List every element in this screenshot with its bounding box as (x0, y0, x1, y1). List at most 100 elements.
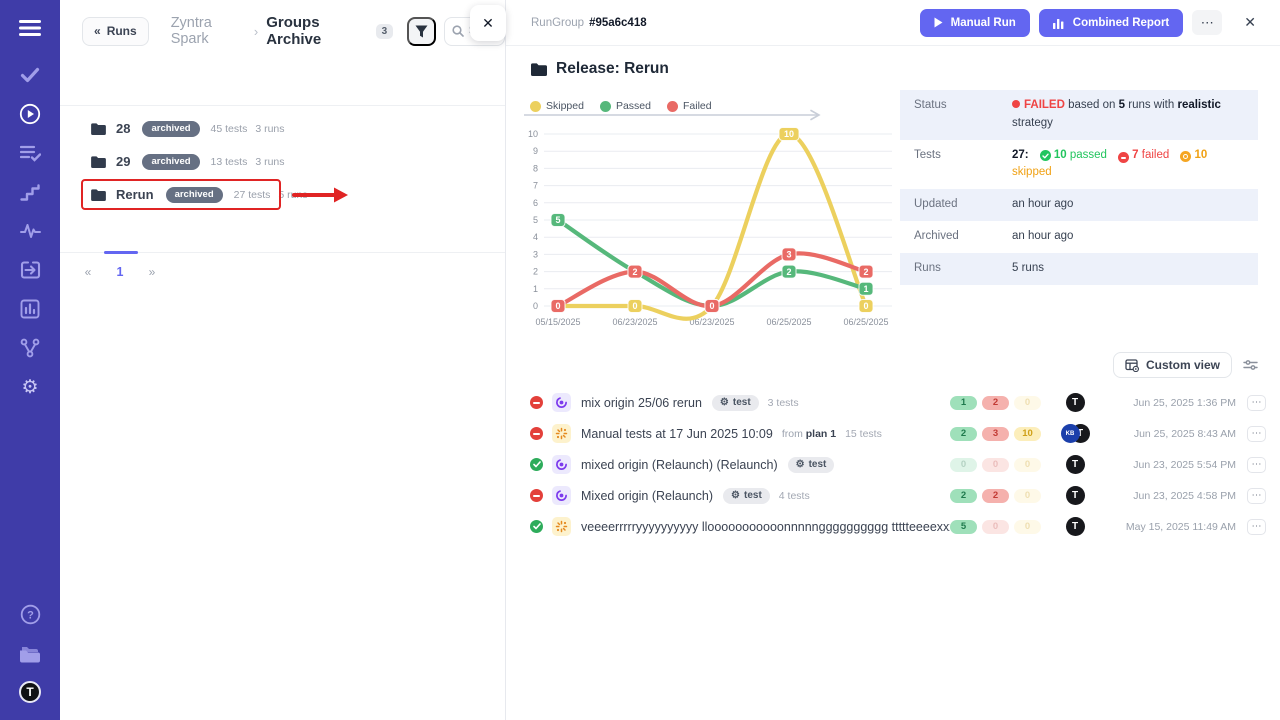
group-row[interactable]: Rerunarchived27 tests5 runs (60, 178, 505, 211)
run-more-button[interactable]: ⋯ (1247, 519, 1266, 535)
stairs-icon[interactable] (10, 180, 50, 204)
report-chart-icon[interactable] (10, 297, 50, 321)
play-circle-icon[interactable] (10, 102, 50, 126)
menu-icon[interactable] (10, 16, 50, 40)
count-pill-skipped: 0 (1014, 458, 1041, 472)
list-check-icon[interactable] (10, 141, 50, 165)
failed-minus-icon (530, 396, 543, 409)
info-row-archived: Archived an hour ago (900, 221, 1258, 253)
svg-text:?: ? (27, 609, 34, 621)
bar-chart-icon (1053, 17, 1065, 29)
branch-icon[interactable] (10, 336, 50, 360)
manual-run-label: Manual Run (951, 17, 1016, 29)
run-more-button[interactable]: ⋯ (1247, 426, 1266, 442)
run-tests-count: 3 tests (768, 397, 799, 409)
filter-button[interactable] (407, 17, 435, 46)
info-row-status: Status FAILED based on 5 runs with reali… (900, 90, 1258, 140)
passed-check-icon (1040, 150, 1051, 161)
test-tag-badge: ⚙test (712, 395, 759, 411)
settings-gear-icon[interactable]: ⚙ (10, 375, 50, 399)
group-row[interactable]: 29archived13 tests3 runs (60, 145, 505, 178)
svg-text:2: 2 (632, 267, 637, 277)
run-more-button[interactable]: ⋯ (1247, 488, 1266, 504)
run-name: mix origin 25/06 rerun (581, 396, 702, 410)
rungroup-type-label: RunGroup (531, 17, 584, 29)
failed-minus-icon (1118, 152, 1129, 163)
view-settings-icon[interactable] (1243, 359, 1258, 371)
group-runs-count: 5 runs (278, 189, 307, 201)
run-date: May 15, 2025 11:49 AM (1104, 521, 1236, 533)
activity-icon[interactable] (10, 219, 50, 243)
svg-text:0: 0 (863, 301, 868, 311)
export-icon[interactable] (10, 258, 50, 282)
run-avatars: T (1046, 455, 1104, 474)
info-row-runs: Runs 5 runs (900, 253, 1258, 285)
run-date: Jun 25, 2025 8:43 AM (1104, 428, 1236, 440)
check-icon[interactable] (10, 63, 50, 87)
run-row[interactable]: Manual tests at 17 Jun 2025 10:09from pl… (530, 418, 1266, 449)
detail-close-button[interactable]: ✕ (1240, 10, 1260, 35)
run-more-button[interactable]: ⋯ (1247, 395, 1266, 411)
more-actions-button[interactable]: ⋯ (1192, 10, 1222, 35)
group-tests-count: 45 tests (211, 123, 248, 135)
archived-value: an hour ago (1012, 228, 1258, 246)
folders-icon[interactable] (10, 642, 50, 666)
run-counts: 000 (950, 458, 1046, 472)
back-to-runs-button[interactable]: « Runs (82, 17, 149, 46)
status-label: Status (914, 97, 1012, 133)
panel-close-button[interactable]: ✕ (470, 5, 506, 41)
failed-minus-icon (530, 427, 543, 440)
svg-text:1: 1 (863, 284, 868, 294)
header-divider (60, 105, 505, 106)
legend-item-failed[interactable]: Failed (667, 100, 712, 112)
tests-label: Tests (914, 147, 1012, 183)
help-icon[interactable]: ? (10, 602, 50, 626)
list-toolbar: Custom view (1113, 352, 1258, 378)
custom-view-button[interactable]: Custom view (1113, 352, 1232, 378)
count-pill-passed: 2 (950, 427, 977, 441)
run-row-main: veeeerrrrryyyyyyyyyy llooooooooooonnnnng… (530, 517, 950, 536)
run-row[interactable]: veeeerrrrryyyyyyyyyy llooooooooooonnnnng… (530, 511, 1266, 542)
run-row[interactable]: Mixed origin (Relaunch)⚙test4 tests220TJ… (530, 480, 1266, 511)
svg-text:0: 0 (555, 301, 560, 311)
run-tests-count: 15 tests (845, 428, 882, 440)
archived-badge: archived (142, 121, 199, 137)
run-date: Jun 23, 2025 4:58 PM (1104, 490, 1236, 502)
run-row[interactable]: mix origin 25/06 rerun⚙test3 tests120TJu… (530, 387, 1266, 418)
pagination-page-1[interactable]: 1 (112, 265, 128, 279)
origin-swirl-icon (552, 486, 571, 505)
run-list: mix origin 25/06 rerun⚙test3 tests120TJu… (530, 387, 1266, 542)
folder-icon (91, 156, 106, 168)
close-icon: ✕ (1244, 14, 1256, 30)
rungroup-id: #95a6c418 (589, 17, 647, 29)
gear-icon: ⚙ (720, 398, 729, 408)
svg-text:0: 0 (709, 301, 714, 311)
run-name: veeeerrrrryyyyyyyyyy llooooooooooonnnnng… (581, 520, 950, 534)
manual-run-button[interactable]: Manual Run (920, 9, 1030, 37)
test-tag-badge: ⚙test (723, 488, 770, 504)
legend-item-passed[interactable]: Passed (600, 100, 651, 112)
groups-count-badge: 3 (376, 24, 394, 39)
groups-panel: « Runs Zyntra Spark › Groups Archive 3 S… (60, 0, 506, 720)
skipped-ring-icon (1180, 151, 1191, 162)
group-row[interactable]: 28archived45 tests3 runs (60, 112, 505, 145)
breadcrumb-separator: › (254, 24, 258, 39)
count-pill-skipped: 10 (1014, 427, 1041, 441)
failed-dot-icon (1012, 100, 1020, 108)
count-pill-skipped: 0 (1014, 489, 1041, 503)
run-row[interactable]: mixed origin (Relaunch) (Relaunch)⚙test0… (530, 449, 1266, 480)
table-gear-icon (1125, 359, 1139, 372)
svg-text:1: 1 (533, 284, 538, 294)
breadcrumb-parent[interactable]: Zyntra Spark (171, 15, 246, 47)
count-pill-failed: 0 (982, 458, 1009, 472)
user-avatar[interactable]: T (10, 680, 50, 704)
svg-text:2: 2 (786, 267, 791, 277)
legend-item-skipped[interactable]: Skipped (530, 100, 584, 112)
combined-report-button[interactable]: Combined Report (1039, 9, 1183, 37)
run-more-button[interactable]: ⋯ (1247, 457, 1266, 473)
pagination-next-button[interactable]: » (144, 265, 160, 279)
status-value: FAILED based on 5 runs with realistic st… (1012, 97, 1258, 133)
pagination-prev-button[interactable]: « (80, 265, 96, 279)
svg-text:6: 6 (533, 198, 538, 208)
folder-icon (91, 123, 106, 135)
